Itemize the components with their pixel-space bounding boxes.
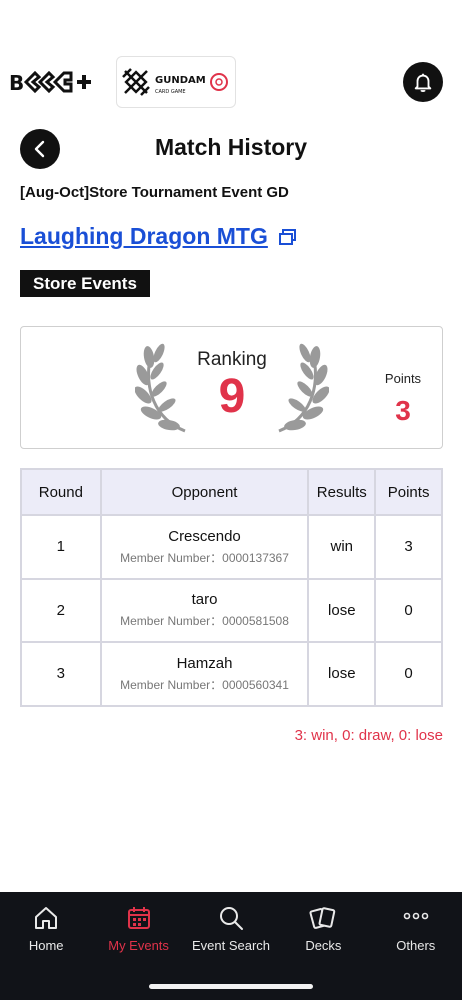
points-label: Points [384,371,422,386]
tab-decks-label: Decks [305,938,342,953]
top-bar: B GUNDAM CARD GAME [0,54,462,110]
tab-decks[interactable]: Decks [277,892,369,964]
tab-home-label: Home [28,938,64,953]
result-cell: win [307,514,377,580]
bell-icon [414,73,432,92]
match-history-table: Round Opponent Results Points 1 Crescend… [20,468,443,707]
opponent-name: taro [191,591,218,609]
page-title: Match History [154,134,308,160]
member-number: Member Number：0000581508 [120,614,289,629]
opponent-name: Hamzah [176,654,233,672]
svg-text:CARD GAME: CARD GAME [155,89,186,95]
opponent-cell: taro Member Number：0000581508 [99,577,310,643]
bcg-plus-logo[interactable]: B [9,68,99,96]
gundam-card-game-logo[interactable]: GUNDAM CARD GAME [116,56,236,108]
event-type-badge: Store Events [20,270,150,297]
notification-button[interactable] [403,62,443,102]
tab-my-events[interactable]: My Events [92,892,184,964]
home-icon [35,907,58,929]
record-summary: 3: win, 0: draw, 0: lose [294,727,443,744]
points-cell: 0 [374,577,443,643]
opponent-name: Crescendo [168,527,241,545]
tab-others-label: Others [396,938,436,953]
cards-icon [309,907,336,929]
svg-text:GUNDAM: GUNDAM [155,75,206,86]
store-name[interactable]: Laughing Dragon MTG [20,223,268,250]
search-icon [219,907,243,930]
header-round: Round [20,468,102,516]
open-external-icon[interactable] [278,227,298,247]
header-results: Results [307,468,377,516]
more-icon [403,912,429,920]
header-points: Points [374,468,443,516]
points-value: 3 [395,395,411,426]
calendar-icon [127,907,150,929]
member-number: Member Number：0000560341 [120,677,289,692]
table-header-row: Round Opponent Results Points [20,468,443,516]
header-opponent: Opponent [99,468,310,516]
table-row: 3 Hamzah Member Number：0000560341 lose 0 [20,641,443,707]
tab-event-search[interactable]: Event Search [185,892,277,964]
svg-text:B: B [9,71,24,95]
opponent-cell: Hamzah Member Number：0000560341 [99,641,310,707]
round-cell: 3 [20,641,102,707]
tab-others[interactable]: Others [370,892,462,964]
table-row: 1 Crescendo Member Number：0000137367 win… [20,514,443,580]
ranking-card: Ranking 9 Points 3 [20,326,443,449]
round-cell: 2 [20,577,102,643]
ranking-value: 9 [218,370,246,423]
ranking-label: Ranking [197,349,267,370]
tab-home[interactable]: Home [0,892,92,964]
result-cell: lose [307,577,377,643]
event-name: [Aug-Oct]Store Tournament Event GD [20,184,289,201]
points-cell: 0 [374,641,443,707]
points-cell: 3 [374,514,443,580]
tab-my-events-label: My Events [108,938,169,953]
result-cell: lose [307,641,377,707]
tab-event-search-label: Event Search [191,938,271,953]
round-cell: 1 [20,514,102,580]
home-indicator[interactable] [149,984,313,989]
member-number: Member Number：0000137367 [120,550,289,565]
store-link[interactable]: Laughing Dragon MTG [20,223,298,250]
table-row: 2 taro Member Number：0000581508 lose 0 [20,577,443,643]
opponent-cell: Crescendo Member Number：0000137367 [99,514,310,580]
